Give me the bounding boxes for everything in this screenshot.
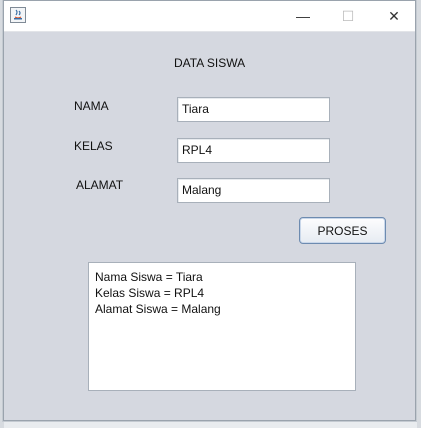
nama-field[interactable]: Tiara xyxy=(177,97,330,122)
output-line: Nama Siswa = Tiara xyxy=(95,270,203,284)
form-heading: DATA SISWA xyxy=(174,56,246,70)
java-app-icon xyxy=(10,7,26,23)
alamat-field[interactable]: Malang xyxy=(177,178,330,203)
data-siswa-window: — ☐ ✕ DATA SISWA NAMA Tiara KELAS RPL4 A… xyxy=(3,0,416,421)
alamat-label: ALAMAT xyxy=(76,178,124,192)
background-window-edge-right xyxy=(417,0,421,428)
output-line: Kelas Siswa = RPL4 xyxy=(95,286,205,300)
close-icon[interactable]: ✕ xyxy=(372,1,416,31)
title-bar[interactable]: — ☐ ✕ xyxy=(4,1,415,32)
kelas-label: KELAS xyxy=(74,139,113,153)
maximize-icon[interactable]: ☐ xyxy=(326,1,370,31)
minimize-icon[interactable]: — xyxy=(281,1,325,31)
proses-button[interactable]: PROSES xyxy=(299,217,386,244)
kelas-field[interactable]: RPL4 xyxy=(177,138,330,163)
output-text-area[interactable]: Nama Siswa = Tiara Kelas Siswa = RPL4 Al… xyxy=(88,262,356,391)
nama-label: NAMA xyxy=(74,99,109,113)
output-line: Alamat Siswa = Malang xyxy=(95,302,221,316)
